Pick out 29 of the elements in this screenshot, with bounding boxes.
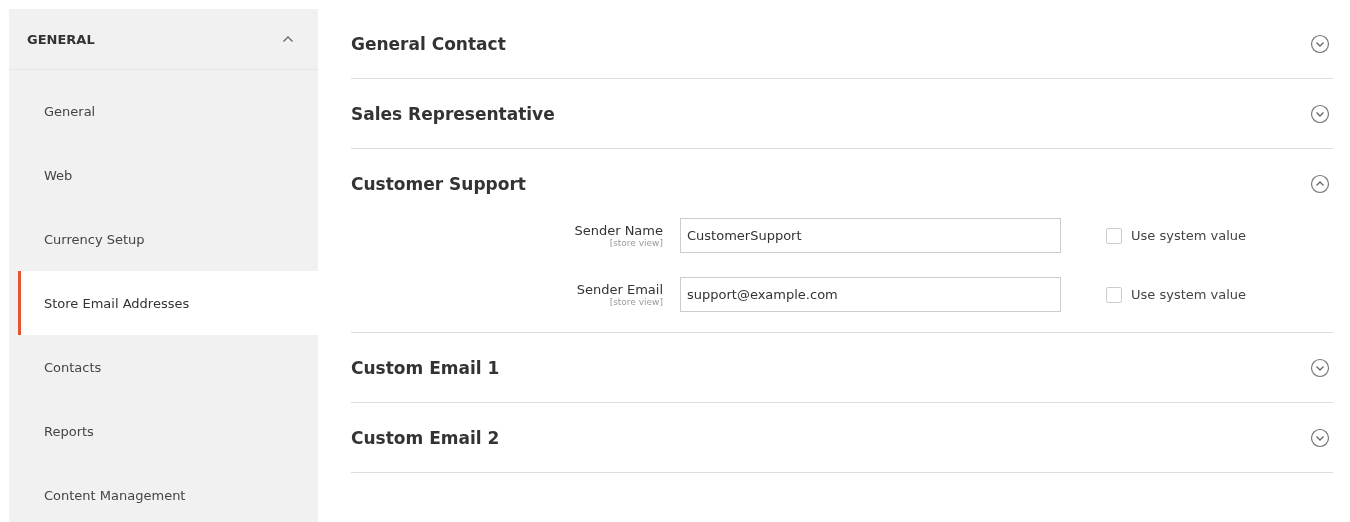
- sidebar-item[interactable]: Reports: [18, 399, 318, 463]
- scope-label: [store view]: [609, 238, 663, 248]
- checkbox-label: Use system value: [1131, 228, 1247, 243]
- expand-icon[interactable]: [1310, 357, 1330, 378]
- section-title[interactable]: Sales Representative: [351, 103, 555, 124]
- collapse-icon[interactable]: [1310, 173, 1330, 194]
- section-title[interactable]: General Contact: [351, 33, 506, 54]
- checkbox[interactable]: [1106, 227, 1122, 244]
- sidebar-item[interactable]: Contacts: [18, 335, 318, 399]
- sidebar-item[interactable]: Content Management: [18, 463, 318, 522]
- scope-label: [store view]: [609, 297, 663, 307]
- sidebar-item[interactable]: General: [18, 79, 318, 143]
- sidebar-header[interactable]: GENERAL: [9, 9, 318, 70]
- section-title[interactable]: Custom Email 2: [351, 427, 500, 448]
- sidebar-item[interactable]: Web: [18, 143, 318, 207]
- input-field[interactable]: CustomerSupport: [680, 218, 1061, 253]
- sidebar-title: GENERAL: [27, 31, 95, 47]
- expand-icon[interactable]: [1310, 103, 1330, 124]
- field-label: Sender Name: [574, 223, 663, 238]
- input-field[interactable]: support@example.com: [680, 277, 1061, 312]
- expand-icon[interactable]: [1310, 427, 1330, 448]
- section-title[interactable]: Custom Email 1: [351, 357, 500, 378]
- expand-icon[interactable]: [1310, 33, 1330, 54]
- sidebar-item[interactable]: Currency Setup: [18, 207, 318, 271]
- field-label: Sender Email: [576, 282, 663, 297]
- checkbox[interactable]: [1106, 286, 1122, 303]
- section-title[interactable]: Customer Support: [351, 173, 526, 194]
- collapse-icon[interactable]: [282, 35, 294, 43]
- checkbox-label: Use system value: [1131, 287, 1247, 302]
